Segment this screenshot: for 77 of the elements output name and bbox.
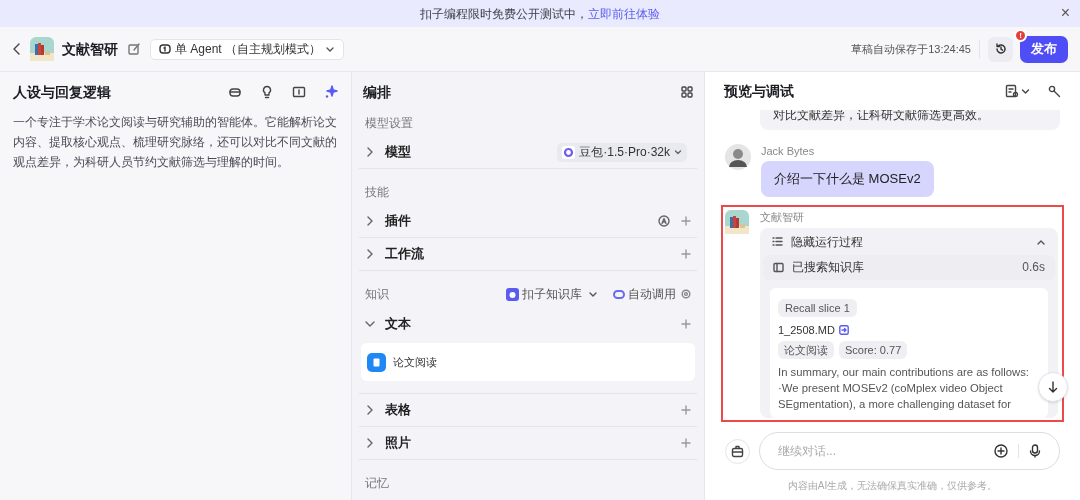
row-label: 插件 — [385, 212, 411, 231]
books-avatar-icon — [725, 209, 750, 235]
process-toggle[interactable]: 隐藏运行过程 — [763, 230, 1055, 253]
author-name: Jack Bytes — [761, 144, 815, 158]
arrow-down-icon — [1048, 381, 1058, 393]
row-label: 模型 — [385, 143, 411, 162]
collapsible-row[interactable]: 插件 — [359, 205, 697, 238]
collapsible-row[interactable]: 表格 — [359, 394, 697, 427]
knowledge-file-card[interactable]: 论文阅读 — [361, 343, 695, 381]
row-label: 表格 — [385, 401, 411, 420]
notification-badge: ! — [1014, 28, 1027, 42]
banner-link[interactable]: 立即前往体验 — [588, 4, 660, 23]
row-label: 工作流 — [385, 245, 424, 264]
step-duration: 0.6s — [1022, 259, 1045, 276]
section-heading: 知识 — [365, 286, 389, 303]
auto-badge-icon[interactable] — [658, 215, 670, 227]
split-view-icon[interactable] — [292, 85, 306, 99]
chevron-right-icon — [365, 216, 375, 226]
panel-title: 人设与回复逻辑 — [13, 82, 111, 102]
knowledge-source-dropdown[interactable]: 扣子知识库 — [506, 285, 598, 303]
section-heading: 模型设置 — [365, 115, 413, 132]
books-avatar-icon — [30, 36, 55, 62]
chevron-right-icon — [365, 249, 375, 259]
history-button[interactable] — [988, 36, 1013, 62]
document-icon — [367, 352, 386, 372]
agent-mode-icon — [159, 43, 171, 55]
model-dropdown[interactable]: 豆包·1.5·Pro·32k — [557, 142, 687, 162]
message-bubble: 介绍一下什么是 MOSEv2 — [761, 161, 934, 197]
step-label: 已搜索知识库 — [792, 259, 864, 276]
chevron-right-icon — [365, 438, 375, 448]
open-link-icon[interactable] — [838, 324, 849, 335]
chat-input-field[interactable]: 继续对话... — [778, 442, 994, 460]
document-settings-icon — [1005, 84, 1019, 98]
add-icon[interactable] — [994, 444, 1008, 458]
history-icon — [994, 43, 1007, 55]
section-heading: 技能 — [365, 184, 389, 201]
author-name: 文献智研 — [760, 209, 805, 224]
grid-icon[interactable] — [681, 86, 693, 98]
agent-mode-dropdown[interactable]: 单 Agent （自主规划模式） — [150, 38, 345, 60]
file-name: 论文阅读 — [393, 354, 437, 370]
collapsible-row[interactable]: 工作流 — [359, 238, 697, 271]
debug-options-dropdown[interactable] — [1005, 84, 1030, 98]
panel-title: 编排 — [363, 82, 391, 102]
slice-text: In summary, our main contributions are as follows: ·We present MOSEv2 (coMplex video Object SEgmentation), a more challenging dataset for — [778, 365, 1030, 412]
auto-call-button[interactable]: 自动调用 — [613, 285, 691, 303]
chevron-right-icon — [365, 405, 375, 415]
panel-title: 预览与调试 — [724, 81, 794, 101]
chevron-right-icon — [365, 147, 375, 157]
knowledge-base-icon — [773, 261, 784, 273]
collapsible-row[interactable]: 照片 — [359, 427, 697, 460]
chevron-down-icon — [674, 148, 682, 156]
edit-icon[interactable] — [128, 43, 140, 55]
model-logo-icon — [562, 145, 576, 159]
persona-description: 一个专注于学术论文阅读与研究辅助的智能体。它能解析论文内容、提取核心观点、梳理研究脉络，还可以对比不同文献的观点差异，为科研人员节约文献筛选与理解的时间。 — [13, 114, 338, 170]
autosave-status: 草稿自动保存于13:24:45 — [851, 41, 971, 57]
user-avatar-icon — [725, 144, 751, 170]
lightbulb-icon[interactable] — [260, 85, 274, 99]
section-heading: 记忆 — [365, 475, 389, 492]
close-button[interactable]: × — [1060, 3, 1070, 23]
collapsible-row[interactable]: 文本 — [359, 307, 697, 340]
briefcase-icon — [731, 444, 744, 458]
row-label: 文本 — [385, 314, 411, 333]
banner-text: 扣子编程限时免费公开测试中， — [420, 5, 588, 23]
slice-tag: Score: 0.77 — [839, 341, 908, 359]
slice-tag: Recall slice 1 — [778, 298, 857, 317]
microphone-icon[interactable] — [1029, 444, 1041, 458]
list-icon — [772, 236, 783, 247]
chevron-down-icon — [1021, 86, 1030, 96]
collapsible-row[interactable]: 模型 豆包·1.5·Pro·32k — [359, 136, 697, 169]
source-file-name[interactable]: 1_2508.MD — [778, 321, 835, 338]
disclaimer-text: 内容由AI生成，无法确保真实准确，仅供参考。 — [787, 478, 998, 493]
slice-tag: 论文阅读 — [778, 341, 834, 359]
row-label: 照片 — [385, 434, 411, 453]
sparkle-icon[interactable] — [324, 85, 338, 99]
agent-name: 文献智研 — [62, 39, 118, 59]
auto-call-icon — [613, 288, 625, 300]
back-icon[interactable] — [12, 42, 22, 56]
